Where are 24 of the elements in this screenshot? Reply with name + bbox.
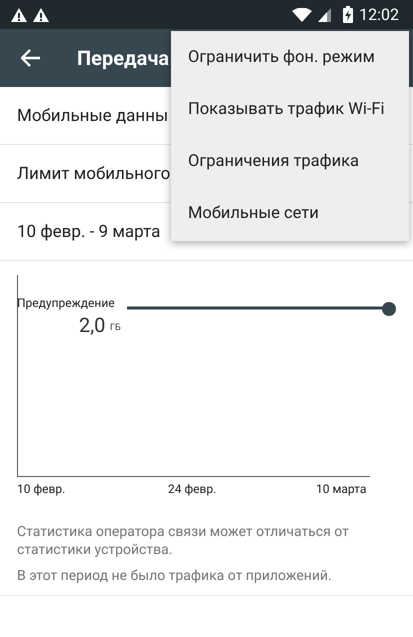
setting-label[interactable]: Лимит мобильного <box>17 164 170 184</box>
info-note: В этот период не было трафика от приложений. <box>17 567 333 585</box>
axis-date-label: 10 марта <box>316 482 366 496</box>
wifi-icon <box>292 8 312 22</box>
warning-value: 2,0 <box>79 313 106 337</box>
warning-line-handle[interactable] <box>127 302 397 316</box>
back-button[interactable] <box>20 47 42 69</box>
signal-icon <box>318 8 332 22</box>
battery-charging-icon <box>343 6 354 23</box>
menu-item[interactable]: Мобильные сети <box>171 187 409 239</box>
info-note: Статистика оператора связи может отличаться от статистики устройства. <box>17 523 350 559</box>
warning-unit: ГБ <box>110 323 121 333</box>
clock-time: 12:02 <box>359 5 399 24</box>
axis-date-label: 24 февр. <box>168 482 216 496</box>
warning-label: Предупреждение <box>17 296 115 310</box>
menu-item[interactable]: Ограничения трафика <box>171 135 409 187</box>
axis-date-label: 10 февр. <box>17 482 66 496</box>
screen-title: Передача <box>77 46 170 70</box>
warning-icon <box>33 8 49 22</box>
warning-icon <box>11 8 27 22</box>
setting-label[interactable]: 10 февр. - 9 марта <box>17 222 160 242</box>
setting-label[interactable]: Мобильные данны <box>17 106 168 126</box>
menu-item[interactable]: Показывать трафик Wi-Fi <box>171 83 409 135</box>
menu-item[interactable]: Ограничить фон. режим <box>171 31 409 83</box>
